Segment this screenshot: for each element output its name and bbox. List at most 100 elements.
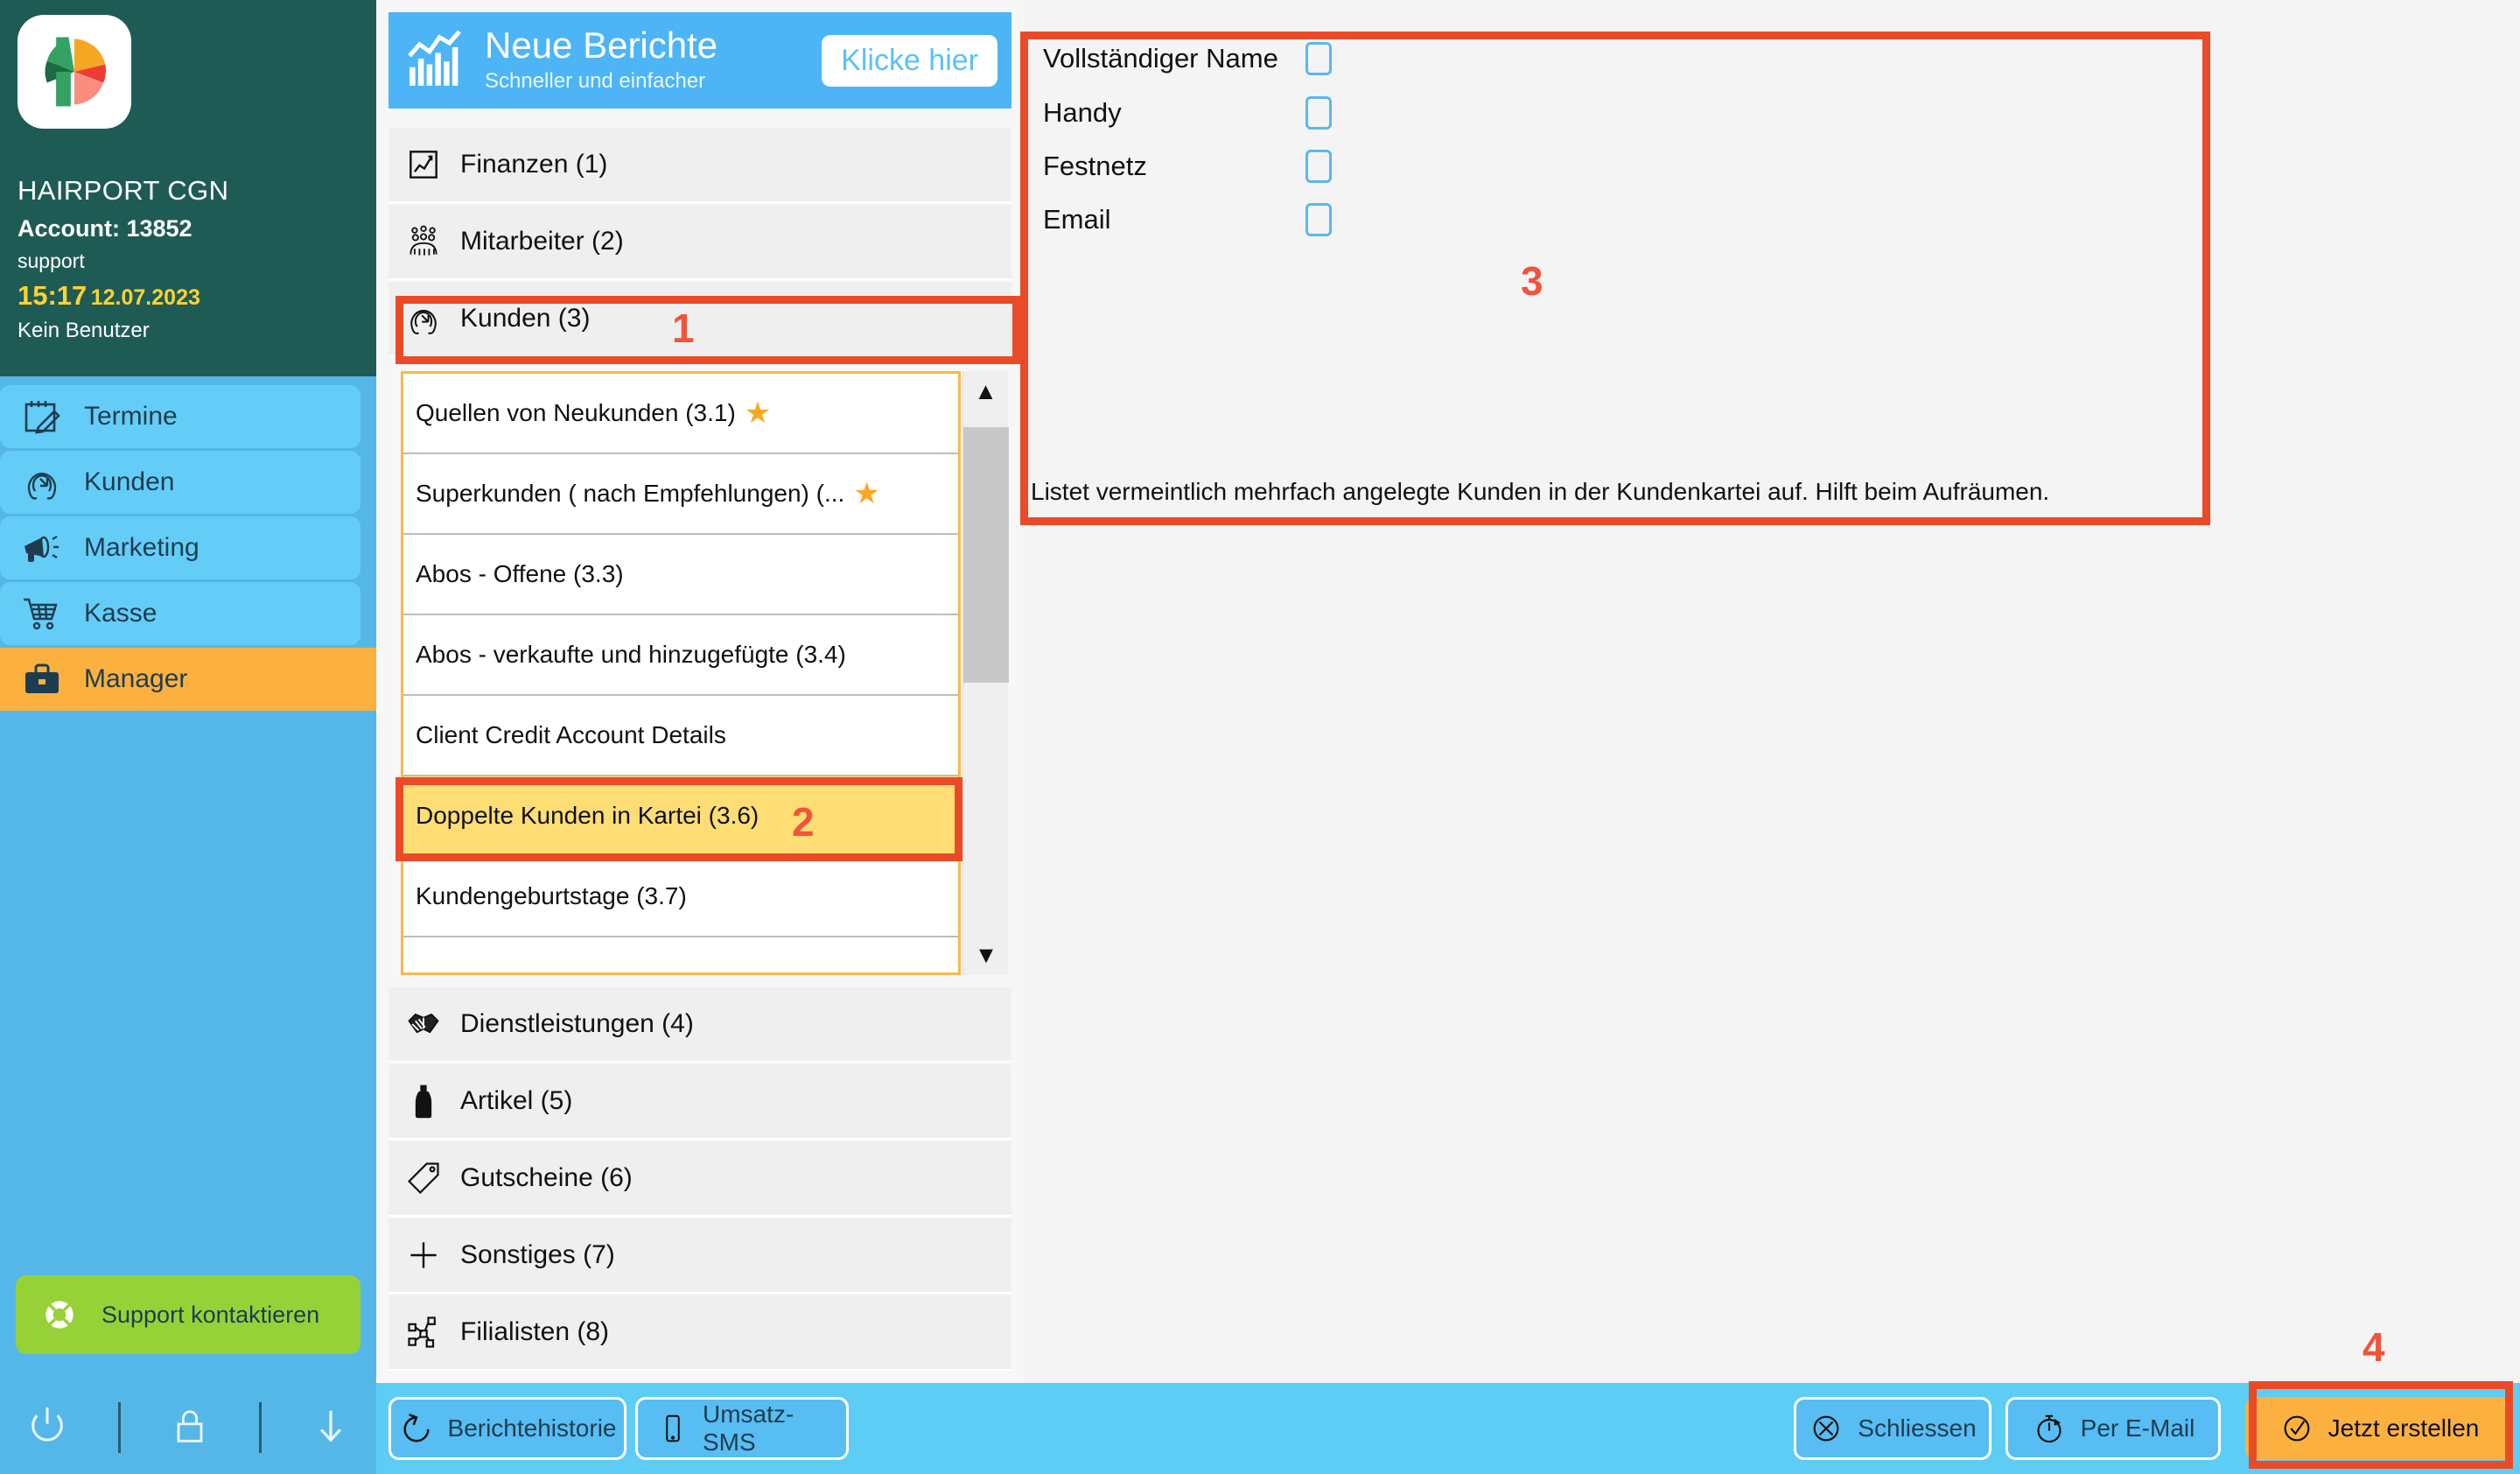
- sidebar-item-marketing[interactable]: Marketing: [0, 516, 360, 579]
- option-row-vollstaendiger-name[interactable]: Vollständiger Name: [1043, 42, 1332, 75]
- sidebar-item-label: Termine: [84, 402, 178, 431]
- sub-report-label: Abos - verkaufte und hinzugefügte (3.4): [416, 641, 846, 668]
- clock-date: 12.07.2023: [90, 285, 200, 310]
- sub-report-label: Abos - Offene (3.3): [416, 560, 624, 587]
- plus-icon: [401, 1236, 446, 1274]
- org-name: HAIRPORT CGN: [18, 175, 229, 206]
- list-item[interactable]: Superkunden ( nach Empfehlungen) (... ★: [403, 454, 958, 535]
- bottle-icon: [401, 1082, 446, 1120]
- sub-report-label: Quellen von Neukunden (3.1): [416, 399, 736, 426]
- star-icon: ★: [744, 397, 772, 430]
- sidebar-item-termine[interactable]: Termine: [0, 385, 360, 448]
- clock: 15:17 12.07.2023: [18, 280, 368, 312]
- option-label: Email: [1043, 204, 1111, 235]
- new-reports-promo-banner[interactable]: Neue Berichte Schneller und einfacher Kl…: [388, 12, 1012, 109]
- download-arrow-icon[interactable]: [308, 1403, 354, 1453]
- category-row-kunden[interactable]: Kunden (3): [388, 282, 1012, 357]
- sub-report-list: Quellen von Neukunden (3.1) ★ Superkunde…: [401, 371, 961, 975]
- bar-chart-icon: [402, 25, 471, 97]
- phorest-logo-icon: [18, 15, 131, 129]
- list-item[interactable]: Client Credit Account Details: [403, 696, 958, 776]
- option-label: Vollständiger Name: [1043, 43, 1278, 74]
- sub-report-scrollbar[interactable]: ▲ ▼: [962, 371, 1009, 975]
- stopwatch-icon: [2032, 1411, 2067, 1446]
- category-row-sonstiges[interactable]: Sonstiges (7): [388, 1218, 1012, 1294]
- berichtehistorie-button[interactable]: Berichtehistorie: [388, 1397, 626, 1460]
- list-item[interactable]: Abos - verkaufte und hinzugefügte (3.4): [403, 615, 958, 696]
- checkbox-handy[interactable]: [1306, 96, 1332, 130]
- option-row-email[interactable]: Email: [1043, 203, 1332, 236]
- annotation-number-4: 4: [2362, 1324, 2385, 1370]
- briefcase-icon: [19, 656, 65, 702]
- promo-title: Neue Berichte: [485, 25, 718, 66]
- sidebar-item-label: Marketing: [84, 533, 200, 562]
- sidebar-item-kasse[interactable]: Kasse: [0, 582, 360, 645]
- button-label: Per E-Mail: [2080, 1414, 2195, 1442]
- checkbox-festnetz[interactable]: [1306, 150, 1332, 183]
- network-nodes-icon: [401, 1313, 446, 1351]
- no-user-label: Kein Benutzer: [18, 319, 150, 342]
- category-row-mitarbeiter[interactable]: Mitarbeiter (2): [388, 205, 1012, 280]
- bottom-toolbar: Berichtehistorie Umsatz-SMS Schliessen P…: [376, 1383, 2520, 1474]
- category-label: Kunden (3): [460, 304, 591, 333]
- tag-icon: [401, 1159, 446, 1197]
- sidebar-item-label: Manager: [84, 664, 188, 693]
- per-email-button[interactable]: Per E-Mail: [2006, 1397, 2221, 1460]
- sidebar-item-manager[interactable]: Manager: [0, 648, 376, 711]
- annotation-number-2: 2: [792, 799, 815, 845]
- client-head-icon: [401, 299, 446, 338]
- lifebuoy-icon: [37, 1292, 82, 1337]
- clock-time: 15:17: [18, 280, 88, 311]
- report-options-panel: Vollständiger Name Handy Festnetz Email …: [1024, 0, 2520, 1383]
- footer-divider: [118, 1402, 122, 1453]
- list-item[interactable]: Quellen von Neukunden (3.1) ★: [403, 374, 958, 454]
- category-label: Artikel (5): [460, 1086, 573, 1115]
- power-icon[interactable]: [23, 1401, 72, 1455]
- list-item[interactable]: Abos - Offene (3.3): [403, 535, 958, 615]
- category-label: Mitarbeiter (2): [460, 227, 624, 256]
- sub-report-label: Superkunden ( nach Empfehlungen) (...: [416, 480, 845, 507]
- button-label: Schliessen: [1858, 1414, 1977, 1442]
- category-row-finanzen[interactable]: Finanzen (1): [388, 128, 1012, 203]
- list-item[interactable]: [403, 937, 958, 1018]
- staff-group-icon: [401, 222, 446, 261]
- button-label: Berichtehistorie: [447, 1414, 617, 1442]
- category-row-artikel[interactable]: Artikel (5): [388, 1064, 1012, 1140]
- list-item[interactable]: Kundengeburtstage (3.7): [403, 857, 958, 937]
- category-label: Sonstiges (7): [460, 1240, 615, 1269]
- close-circle-icon: [1809, 1411, 1844, 1446]
- option-label: Festnetz: [1043, 151, 1147, 181]
- button-label: Umsatz-SMS: [703, 1400, 794, 1456]
- umsatz-sms-button[interactable]: Umsatz-SMS: [635, 1397, 849, 1460]
- sidebar-item-label: Kasse: [84, 599, 158, 628]
- sidebar-item-label: Kunden: [84, 467, 175, 496]
- scroll-down-arrow-icon[interactable]: ▼: [963, 935, 1009, 975]
- scroll-up-arrow-icon[interactable]: ▲: [963, 371, 1008, 411]
- klicke-hier-button[interactable]: Klicke hier: [822, 34, 998, 87]
- category-label: Filialisten (8): [460, 1317, 610, 1346]
- account-info: HAIRPORT CGN Account: 13852 support 15:1…: [18, 175, 368, 343]
- check-circle-icon: [2279, 1411, 2314, 1446]
- scrollbar-thumb[interactable]: [963, 427, 1009, 683]
- annotation-number-1: 1: [672, 305, 695, 351]
- schliessen-button[interactable]: Schliessen: [1794, 1397, 1992, 1460]
- list-item-selected[interactable]: Doppelte Kunden in Kartei (3.6): [403, 776, 958, 857]
- category-row-gutscheine[interactable]: Gutscheine (6): [388, 1141, 1012, 1217]
- annotation-number-3: 3: [1521, 258, 1544, 304]
- option-row-handy[interactable]: Handy: [1043, 96, 1332, 130]
- promo-subtitle: Schneller und einfacher: [485, 69, 706, 93]
- promo-text: Neue Berichte Schneller und einfacher: [485, 27, 718, 94]
- sidebar-footer-icons: [0, 1381, 376, 1474]
- support-contact-button[interactable]: Support kontaktieren: [16, 1275, 360, 1354]
- sub-report-label: Kundengeburtstage (3.7): [416, 882, 687, 909]
- category-row-filialisten[interactable]: Filialisten (8): [388, 1295, 1012, 1371]
- account-number: Account: 13852: [18, 215, 192, 242]
- lock-icon[interactable]: [167, 1403, 213, 1453]
- checkbox-email[interactable]: [1306, 203, 1332, 236]
- sidebar-item-kunden[interactable]: Kunden: [0, 451, 360, 514]
- report-description: Listet vermeintlich mehrfach angelegte K…: [1031, 478, 2050, 505]
- option-row-festnetz[interactable]: Festnetz: [1043, 150, 1332, 183]
- jetzt-erstellen-button[interactable]: Jetzt erstellen: [2245, 1397, 2513, 1460]
- category-label: Finanzen (1): [460, 150, 608, 179]
- checkbox-vollstaendiger-name[interactable]: [1306, 42, 1332, 75]
